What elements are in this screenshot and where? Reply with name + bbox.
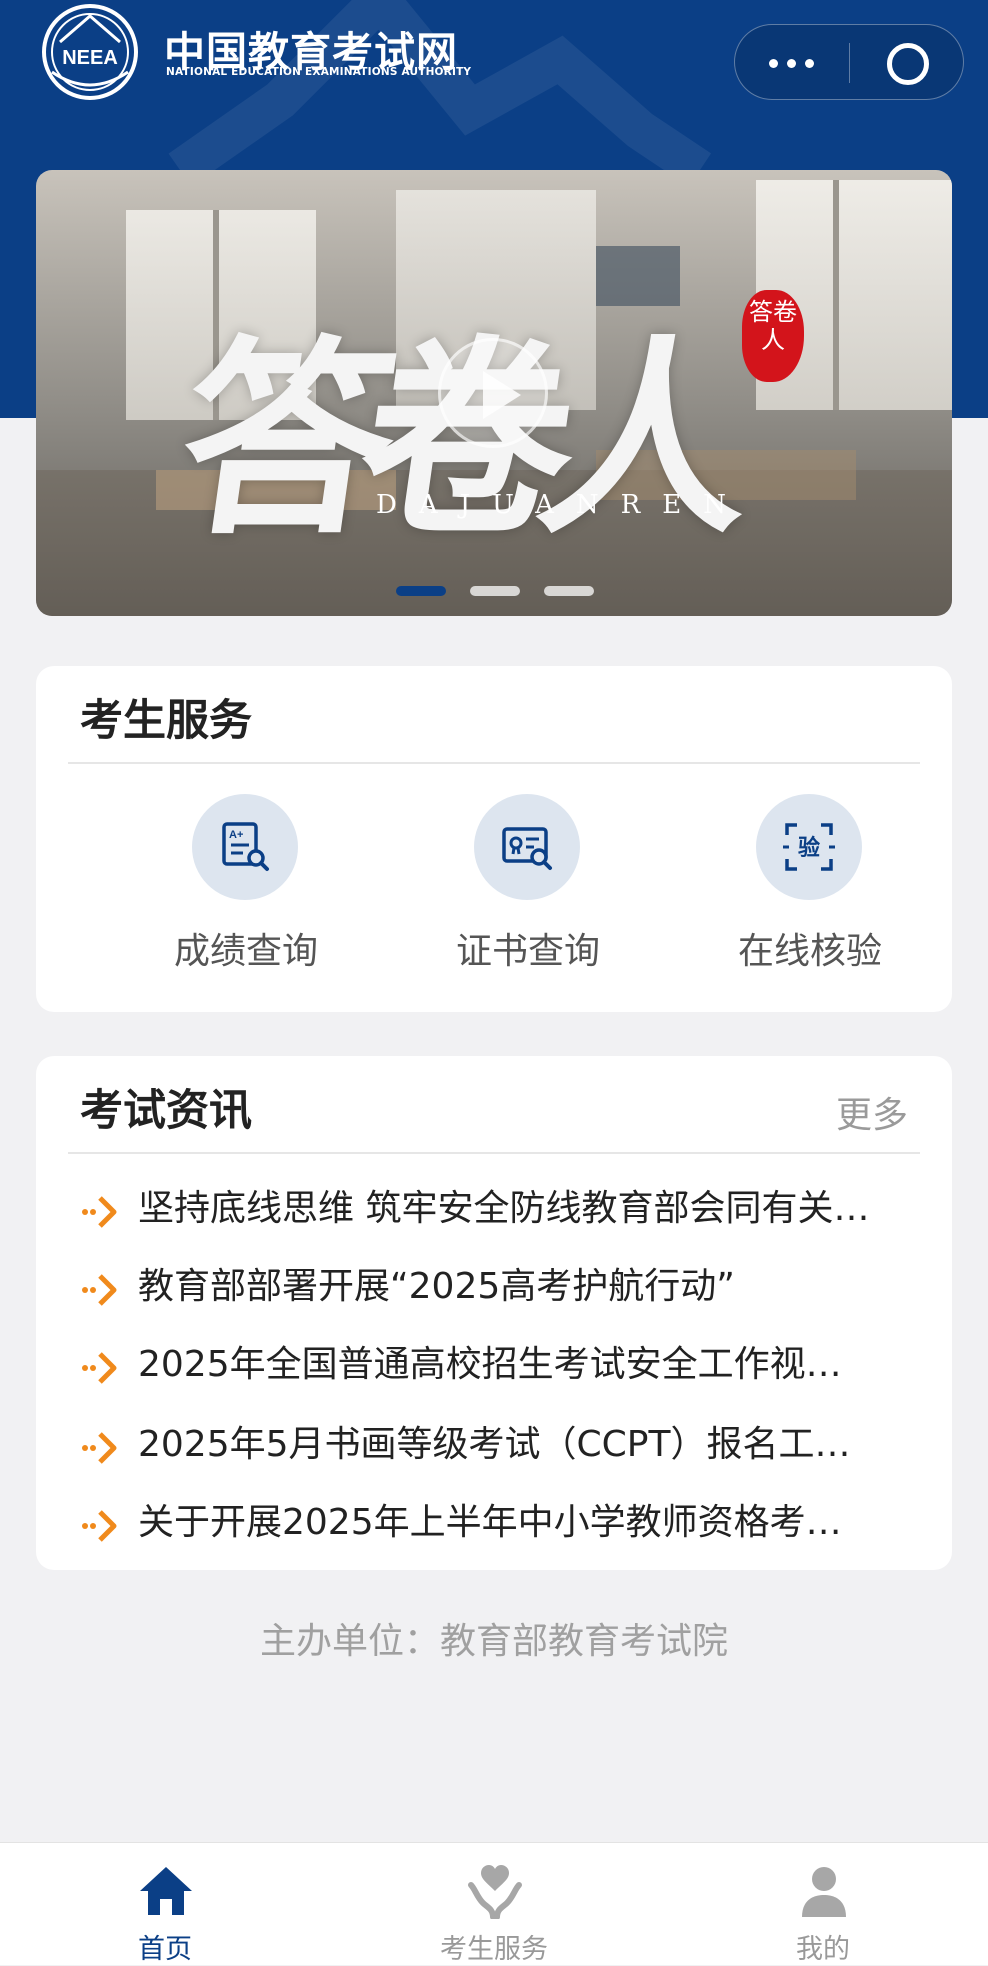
divider	[68, 762, 920, 764]
chevron-right-icon	[82, 1352, 117, 1384]
news-item[interactable]: 2025年5月书画等级考试（CCPT）报名工…	[80, 1416, 920, 1476]
news-headline: 坚持底线思维 筑牢安全防线教育部会同有关…	[138, 1188, 870, 1229]
service-label: 证书查询	[455, 931, 600, 972]
verify-scan-icon: 验	[756, 794, 862, 900]
organizer-text: 主办单位：教育部教育考试院	[259, 1621, 728, 1662]
news-more-link[interactable]: 更多	[836, 1086, 908, 1138]
service-certificate-query[interactable]: 证书查询	[408, 794, 648, 972]
service-online-verify[interactable]: 验 在线核验	[690, 794, 930, 972]
services-card: 考生服务 A+ 成绩查询 证书查询 验 在线核验	[36, 666, 952, 1012]
banner-seal: 答卷人	[742, 290, 804, 382]
news-item[interactable]: 教育部部署开展“2025高考护航行动”	[80, 1258, 920, 1318]
divider	[68, 1152, 920, 1154]
chevron-right-icon	[82, 1274, 117, 1306]
tab-label: 首页	[138, 1934, 192, 1965]
news-item[interactable]: 坚持底线思维 筑牢安全防线教育部会同有关…	[80, 1180, 920, 1240]
score-search-icon: A+	[192, 794, 298, 900]
certificate-search-icon	[474, 794, 580, 900]
news-title: 考试资讯	[80, 1086, 252, 1136]
carousel-dot[interactable]	[396, 586, 446, 596]
carousel-dot[interactable]	[544, 586, 594, 596]
service-label: 在线核验	[737, 931, 882, 972]
svg-text:A+: A+	[229, 829, 243, 841]
svg-text:NEEA: NEEA	[62, 47, 118, 69]
tab-candidate-services[interactable]: 考生服务	[329, 1843, 659, 1965]
service-score-query[interactable]: A+ 成绩查询	[126, 794, 366, 972]
news-headline: 2025年5月书画等级考试（CCPT）报名工…	[138, 1424, 851, 1465]
tab-home[interactable]: 首页	[0, 1843, 330, 1965]
banner-carousel[interactable]: 答卷人 DAJUANREN 答卷人	[36, 170, 952, 616]
close-miniapp-button[interactable]	[850, 25, 965, 101]
news-card: 考试资讯 更多 坚持底线思维 筑牢安全防线教育部会同有关… 教育部部署开展“20…	[36, 1056, 952, 1570]
home-icon	[140, 1867, 192, 1915]
news-item[interactable]: 2025年全国普通高校招生考试安全工作视…	[80, 1336, 920, 1396]
news-headline: 关于开展2025年上半年中小学教师资格考…	[138, 1502, 842, 1543]
news-item[interactable]: 关于开展2025年上半年中小学教师资格考…	[80, 1494, 920, 1554]
more-options-button[interactable]	[735, 25, 849, 101]
banner-title-en: DAJUANREN	[376, 490, 748, 520]
carousel-dot[interactable]	[470, 586, 520, 596]
chevron-right-icon	[82, 1432, 117, 1464]
news-headline: 教育部部署开展“2025高考护航行动”	[138, 1266, 735, 1307]
play-icon[interactable]	[438, 338, 548, 448]
chevron-right-icon	[82, 1196, 117, 1228]
target-icon	[887, 43, 929, 85]
services-title: 考生服务	[80, 696, 252, 746]
svg-text:验: 验	[798, 835, 820, 861]
site-subtitle: NATIONAL EDUCATION EXAMINATIONS AUTHORIT…	[166, 66, 472, 78]
chevron-right-icon	[82, 1510, 117, 1542]
tab-label: 考生服务	[440, 1934, 548, 1965]
neea-logo-icon: NEEA	[42, 4, 138, 100]
service-icon	[468, 1865, 522, 1919]
tab-label: 我的	[796, 1934, 850, 1965]
bottom-tab-bar: 首页 考生服务 我的	[0, 1842, 988, 1965]
service-label: 成绩查询	[173, 931, 318, 972]
news-headline: 2025年全国普通高校招生考试安全工作视…	[138, 1344, 842, 1385]
user-icon	[802, 1867, 846, 1917]
tab-mine[interactable]: 我的	[658, 1843, 988, 1965]
miniapp-capsule	[734, 24, 964, 100]
